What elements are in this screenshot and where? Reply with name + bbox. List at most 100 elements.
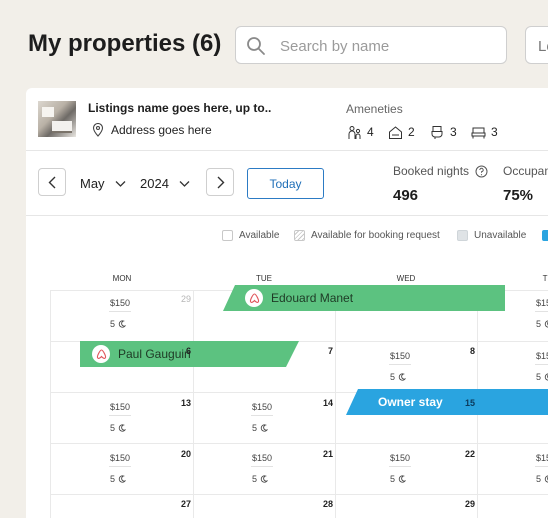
cell-separator xyxy=(109,311,131,312)
listing-name[interactable]: Listings name goes here, up to.. xyxy=(88,101,271,115)
grid-line xyxy=(50,443,548,444)
cell-price: $150 xyxy=(389,453,411,463)
moon-icon xyxy=(398,373,407,381)
cell-nights: 5 xyxy=(110,474,127,484)
cell-nights: 5 xyxy=(252,474,269,484)
day-number: 22 xyxy=(464,449,475,459)
cell-nights-count: 5 xyxy=(252,423,258,433)
cell-nights: 5 xyxy=(536,319,548,329)
cell-nights-count: 5 xyxy=(536,319,542,329)
amenity-beds-count: 3 xyxy=(491,125,498,139)
bedrooms-icon xyxy=(389,125,402,139)
amenity-guests: 4 xyxy=(347,124,374,140)
cell-nights: 5 xyxy=(252,423,269,433)
moon-icon xyxy=(398,475,407,483)
cell-nights: 5 xyxy=(110,319,127,329)
unavailable-swatch xyxy=(457,230,468,241)
moon-icon xyxy=(544,373,548,381)
booked-nights-value: 496 xyxy=(393,187,419,204)
cell-separator xyxy=(535,311,548,312)
listing-thumbnail[interactable] xyxy=(38,101,76,137)
year-select[interactable]: 2024 xyxy=(140,176,190,191)
divider xyxy=(26,215,548,216)
amenity-beds: 3 xyxy=(471,124,498,140)
cell-separator xyxy=(535,466,548,467)
available-swatch xyxy=(222,230,233,241)
prev-month-button[interactable] xyxy=(38,168,66,196)
booking-bar[interactable]: Edouard Manet xyxy=(223,285,505,311)
moon-icon xyxy=(118,424,127,432)
cell-price: $150 xyxy=(109,402,131,412)
chevron-down-icon xyxy=(179,180,190,187)
cell-nights-count: 5 xyxy=(110,319,116,329)
cell-nights-count: 5 xyxy=(536,372,542,382)
legend-booking-request: Available for booking request xyxy=(294,230,440,241)
day-number: 29 xyxy=(464,499,475,509)
grid-line xyxy=(50,494,548,495)
amenity-bathrooms-count: 3 xyxy=(450,125,457,139)
cell-price: $150 xyxy=(535,351,548,361)
amenity-guests-count: 4 xyxy=(367,125,374,139)
cell-separator xyxy=(389,466,411,467)
legend-available-label: Available xyxy=(239,230,280,241)
cell-price: $150 xyxy=(251,453,273,463)
amenities-title: Ameneties xyxy=(346,102,403,116)
day-number: 7 xyxy=(327,346,333,356)
amenity-bedrooms-count: 2 xyxy=(408,125,415,139)
year-value: 2024 xyxy=(140,176,169,191)
occupancy-label: Occupan xyxy=(503,164,548,178)
search-input[interactable] xyxy=(278,35,492,57)
owner-stay-bar[interactable]: Owner stay xyxy=(346,389,548,415)
owner-stay-swatch xyxy=(542,230,548,241)
amenity-bathrooms: 3 xyxy=(430,124,457,140)
cell-price: $150 xyxy=(109,453,131,463)
booking-guest-name: Edouard Manet xyxy=(271,291,354,305)
day-number: 27 xyxy=(180,499,191,509)
moon-icon xyxy=(260,475,269,483)
property-calendar-panel: Listings name goes here, up to.. Address… xyxy=(26,88,548,518)
moon-icon xyxy=(118,320,127,328)
booked-nights-label: Booked nights xyxy=(393,164,488,178)
day-number: 14 xyxy=(322,398,333,408)
weekday-thu: TH xyxy=(542,274,548,283)
legend-unavailable-label: Unavailable xyxy=(474,230,527,241)
cell-nights: 5 xyxy=(110,423,127,433)
page-title: My properties (6) xyxy=(28,30,222,57)
month-select[interactable]: May xyxy=(80,176,126,191)
search-box[interactable] xyxy=(235,26,507,64)
moon-icon xyxy=(260,424,269,432)
cell-nights-count: 5 xyxy=(110,474,116,484)
grid-line xyxy=(50,290,51,518)
cell-separator xyxy=(109,415,131,416)
beds-icon xyxy=(471,127,486,138)
weekday-tue: TUE xyxy=(256,274,272,283)
airbnb-icon xyxy=(245,289,263,307)
cell-nights: 5 xyxy=(390,474,407,484)
search-icon xyxy=(247,37,265,55)
moon-icon xyxy=(544,320,548,328)
legend-unavailable: Unavailable xyxy=(457,230,526,241)
cell-price: $150 xyxy=(251,402,273,412)
next-month-button[interactable] xyxy=(206,168,234,196)
day-number: 8 xyxy=(469,346,475,356)
location-pin-icon xyxy=(92,123,104,137)
airbnb-icon xyxy=(92,345,110,363)
moon-icon xyxy=(544,475,548,483)
legend-booking-request-label: Available for booking request xyxy=(311,230,440,241)
cell-nights-count: 5 xyxy=(390,474,396,484)
owner-stay-label: Owner stay xyxy=(378,395,443,409)
day-number: 21 xyxy=(322,449,333,459)
cell-nights-count: 5 xyxy=(390,372,396,382)
day-number: 20 xyxy=(180,449,191,459)
guests-icon xyxy=(348,125,361,139)
chevron-left-icon xyxy=(48,176,56,189)
language-select[interactable]: Le xyxy=(525,26,548,64)
cell-price: $150 xyxy=(535,298,548,308)
cell-price: $150 xyxy=(389,351,411,361)
cell-price: $150 xyxy=(535,453,548,463)
today-button[interactable]: Today xyxy=(247,168,324,199)
cell-separator xyxy=(251,466,273,467)
legend-owner-stay xyxy=(542,230,548,241)
cell-nights-count: 5 xyxy=(536,474,542,484)
help-icon[interactable] xyxy=(475,165,488,178)
